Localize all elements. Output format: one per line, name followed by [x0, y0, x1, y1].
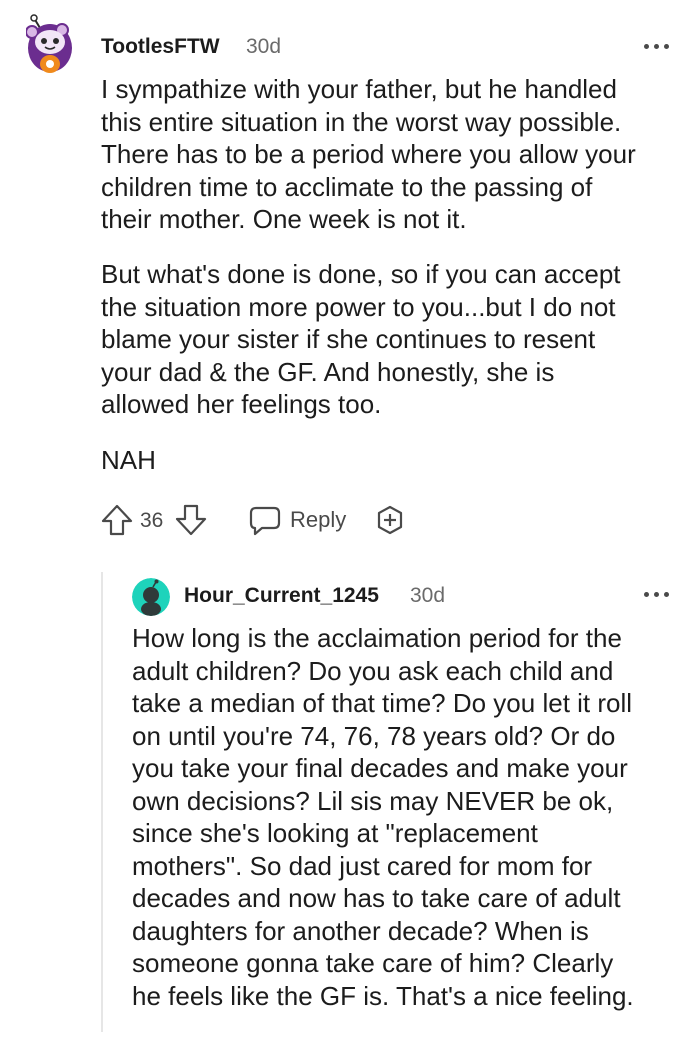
comment-text-line: since she's looking at "replacement: [132, 818, 538, 848]
snoo-avatar-icon: [26, 14, 72, 73]
upvote-button[interactable]: [100, 503, 134, 537]
comment-text-line: decades and now has to take care of adul…: [132, 883, 621, 913]
comment-body: NAH: [101, 444, 156, 477]
comment-text-line: I sympathize with your father, but he ha…: [101, 74, 617, 104]
comment-body: How long is the acclaimation period for …: [132, 622, 634, 1012]
speech-bubble-icon: [249, 506, 281, 536]
user-avatar[interactable]: [132, 578, 170, 616]
comment-text-line: this entire situation in the worst way p…: [101, 106, 622, 137]
comment-text-line: you take your final decades and make you…: [132, 753, 628, 783]
arrow-up-icon: [101, 504, 133, 536]
comment-text-line: How long is the acclaimation period for …: [132, 623, 622, 653]
arrow-down-icon: [175, 504, 207, 536]
comment-text-line: blame your sister if she continues to re…: [101, 324, 596, 354]
user-avatar[interactable]: [26, 14, 74, 76]
reply-button[interactable]: Reply: [248, 503, 358, 537]
comment-timestamp: 30d: [410, 584, 446, 607]
comment-body: I sympathize with your father, but he ha…: [101, 73, 636, 236]
comment-top: TootlesFTW 30d I sympathize with your fa…: [0, 0, 700, 560]
comment-text-line: the situation more power to you...but I …: [101, 291, 616, 322]
comment-text-line: daughters for another decade? When is: [132, 915, 589, 946]
comment-timestamp: 30d: [246, 35, 282, 58]
comment-text-line: children time to acclimate to the passin…: [101, 171, 593, 202]
reply-label: Reply: [290, 507, 347, 532]
comment-text-line: But what's done is done, so if you can a…: [101, 259, 621, 289]
comment-text-line: your dad & the GF. And honestly, she is: [101, 356, 555, 387]
comment-action-bar: 36 Reply: [96, 500, 426, 540]
more-options-button[interactable]: [644, 588, 674, 600]
comment-text-line: someone gonna take care of him? Clearly: [132, 948, 614, 978]
comment-text-line: on until you're 74, 76, 78 years old? Or…: [132, 720, 616, 751]
comment-username[interactable]: Hour_Current_1245: [184, 584, 379, 608]
comment-text-line: their mother. One week is not it.: [101, 204, 467, 234]
snoo-avatar-icon: [132, 578, 170, 616]
award-button[interactable]: [374, 504, 406, 536]
comment-text-line: NAH: [101, 445, 156, 475]
comment-text-line: allowed her feelings too.: [101, 389, 382, 419]
comment-text-line: he feels like the GF is. That's a nice f…: [132, 980, 634, 1011]
comment-text-line: There has to be a period where you allow…: [101, 139, 636, 169]
vote-score: 36: [140, 509, 164, 532]
comment-reply: Hour_Current_1245 30d How long is the ac…: [0, 560, 700, 1037]
comment-text-line: mothers". So dad just cared for mom for: [132, 850, 593, 881]
comment-text-line: own decisions? Lil sis may NEVER be ok,: [132, 785, 614, 816]
downvote-button[interactable]: [174, 503, 208, 537]
award-plus-icon: [377, 505, 403, 535]
comment-text-line: take a median of that time? Do you let i…: [132, 688, 633, 718]
more-options-button[interactable]: [644, 40, 674, 52]
comment-text-line: adult children? Do you ask each child an…: [132, 655, 614, 686]
comment-body: But what's done is done, so if you can a…: [101, 258, 621, 421]
comment-username[interactable]: TootlesFTW: [101, 35, 220, 59]
